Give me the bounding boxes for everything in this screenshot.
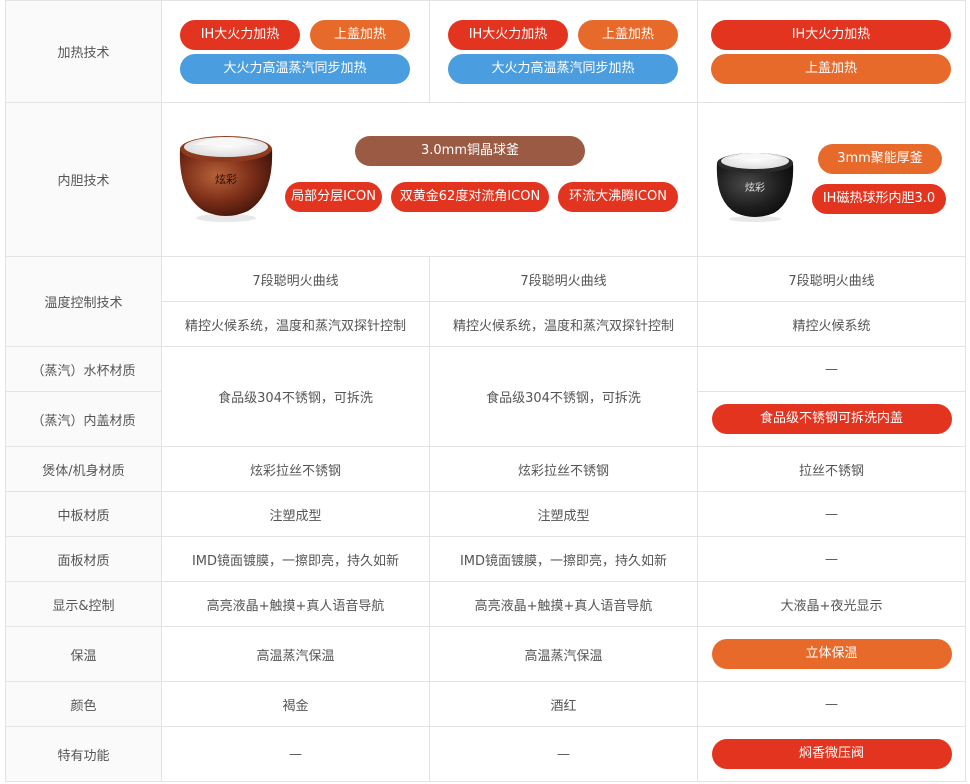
black-pot-image: 炫彩	[716, 153, 794, 222]
badge-ih-liner: IH磁热球形内胆3.0	[812, 184, 946, 214]
keep-warm-c-cell: 立体保温	[697, 626, 966, 682]
steam-a: 食品级304不锈钢，可拆洗	[161, 346, 430, 447]
badge-steel-lid: 食品级不锈钢可拆洗内盖	[711, 404, 952, 434]
row-color: 颜色 褐金 酒红 —	[5, 681, 966, 727]
label-keep-warm: 保温	[5, 626, 162, 682]
temp-curve-c: 7段聪明火曲线	[697, 256, 966, 302]
body-c: 拉丝不锈钢	[697, 446, 966, 492]
copper-pot-image: 炫彩	[179, 136, 273, 222]
label-steam-cup: （蒸汽）水杯材质	[5, 346, 162, 392]
steam-b: 食品级304不锈钢，可拆洗	[429, 346, 698, 447]
pot-brand-text: 炫彩	[745, 181, 765, 194]
badge-ih-heating: IH大火力加热	[180, 20, 300, 50]
label-liner: 内胆技术	[5, 102, 162, 257]
temp-system-a: 精控火候系统，温度和蒸汽双探针控制	[161, 301, 430, 347]
badge-lid-heating: 上盖加热	[310, 20, 410, 50]
temp-curve-a: 7段聪明火曲线	[161, 256, 430, 302]
special-c-cell: 焖香微压阀	[697, 726, 966, 782]
label-body: 煲体/机身材质	[5, 446, 162, 492]
panel-c: —	[697, 536, 966, 582]
row-body: 煲体/机身材质 炫彩拉丝不锈钢 炫彩拉丝不锈钢 拉丝不锈钢	[5, 446, 966, 492]
color-b: 酒红	[429, 681, 698, 727]
keep-warm-a: 高温蒸汽保温	[161, 626, 430, 682]
liner-cell-c: 炫彩 3mm聚能厚釜 IH磁热球形内胆3.0	[697, 102, 966, 257]
steam-cup-c: —	[697, 346, 966, 392]
label-display: 显示&控制	[5, 581, 162, 627]
heating-cell-b: IH大火力加热 上盖加热 大火力高温蒸汽同步加热	[429, 0, 698, 103]
label-panel: 面板材质	[5, 536, 162, 582]
row-display: 显示&控制 高亮液晶+触摸+真人语音导航 高亮液晶+触摸+真人语音导航 大液晶+…	[5, 581, 966, 627]
badge-ih-heating: IH大火力加热	[711, 20, 951, 50]
pot-brand-text: 炫彩	[215, 172, 237, 186]
row-steam-cup: （蒸汽）水杯材质 食品级304不锈钢，可拆洗 食品级304不锈钢，可拆洗 —	[5, 346, 966, 447]
panel-a: IMD镜面镀膜，一擦即亮，持久如新	[161, 536, 430, 582]
row-keep-warm: 保温 高温蒸汽保温 高温蒸汽保温 立体保温	[5, 626, 966, 682]
badge-copper-pot: 3.0mm铜晶球釜	[355, 136, 585, 166]
label-special: 特有功能	[5, 726, 162, 782]
temp-curve-b: 7段聪明火曲线	[429, 256, 698, 302]
temp-system-b: 精控火候系统，温度和蒸汽双探针控制	[429, 301, 698, 347]
badge-lid-heating: 上盖加热	[578, 20, 678, 50]
body-a: 炫彩拉丝不锈钢	[161, 446, 430, 492]
comparison-page: 加热技术 IH大火力加热 上盖加热 大火力高温蒸汽同步加热 IH大火力加热 上盖…	[0, 0, 970, 784]
steam-lid-c-cell: 食品级不锈钢可拆洗内盖	[697, 391, 966, 447]
badge-thick-pot: 3mm聚能厚釜	[818, 144, 942, 174]
row-mid-plate: 中板材质 注塑成型 注塑成型 —	[5, 491, 966, 537]
label-color: 颜色	[5, 681, 162, 727]
label-steam-lid: （蒸汽）内盖材质	[5, 391, 162, 447]
row-temp-curve: 温度控制技术 7段聪明火曲线 7段聪明火曲线 7段聪明火曲线	[5, 256, 966, 347]
keep-warm-b: 高温蒸汽保温	[429, 626, 698, 682]
liner-cell-ab: 炫彩 3.0mm铜晶球釜 局部分层ICON 双黄金62度对流角ICON 环流大沸…	[161, 102, 698, 257]
mid-plate-c: —	[697, 491, 966, 537]
row-liner: 内胆技术 炫彩 3.0mm铜晶球釜 局部分层ICON 双黄金62度对流角ICON…	[5, 102, 966, 257]
color-c: —	[697, 681, 966, 727]
badge-convection-angle: 双黄金62度对流角ICON	[391, 182, 549, 212]
display-b: 高亮液晶+触摸+真人语音导航	[429, 581, 698, 627]
color-a: 褐金	[161, 681, 430, 727]
badge-lid-heating: 上盖加热	[711, 54, 951, 84]
label-mid-plate: 中板材质	[5, 491, 162, 537]
row-special: 特有功能 — — 焖香微压阀	[5, 726, 966, 782]
display-c: 大液晶+夜光显示	[697, 581, 966, 627]
label-heating: 加热技术	[5, 0, 162, 103]
badge-layered-heating: 局部分层ICON	[285, 182, 382, 212]
row-heating: 加热技术 IH大火力加热 上盖加热 大火力高温蒸汽同步加热 IH大火力加热 上盖…	[5, 0, 966, 103]
special-a: —	[161, 726, 430, 782]
temp-system-c: 精控火候系统	[697, 301, 966, 347]
row-panel: 面板材质 IMD镜面镀膜，一擦即亮，持久如新 IMD镜面镀膜，一擦即亮，持久如新…	[5, 536, 966, 582]
special-b: —	[429, 726, 698, 782]
label-temp: 温度控制技术	[5, 256, 162, 347]
spec-table: 加热技术 IH大火力加热 上盖加热 大火力高温蒸汽同步加热 IH大火力加热 上盖…	[5, 0, 966, 782]
badge-boiling: 环流大沸腾ICON	[558, 182, 678, 212]
badge-sync-heating: 大火力高温蒸汽同步加热	[180, 54, 410, 84]
heating-cell-c: IH大火力加热 上盖加热	[697, 0, 966, 103]
heating-cell-a: IH大火力加热 上盖加热 大火力高温蒸汽同步加热	[161, 0, 430, 103]
body-b: 炫彩拉丝不锈钢	[429, 446, 698, 492]
badge-ih-heating: IH大火力加热	[448, 20, 568, 50]
panel-b: IMD镜面镀膜，一擦即亮，持久如新	[429, 536, 698, 582]
badge-3d-warm: 立体保温	[711, 639, 952, 669]
mid-plate-b: 注塑成型	[429, 491, 698, 537]
badge-pressure-valve: 焖香微压阀	[711, 739, 952, 769]
badge-sync-heating: 大火力高温蒸汽同步加热	[448, 54, 678, 84]
display-a: 高亮液晶+触摸+真人语音导航	[161, 581, 430, 627]
mid-plate-a: 注塑成型	[161, 491, 430, 537]
